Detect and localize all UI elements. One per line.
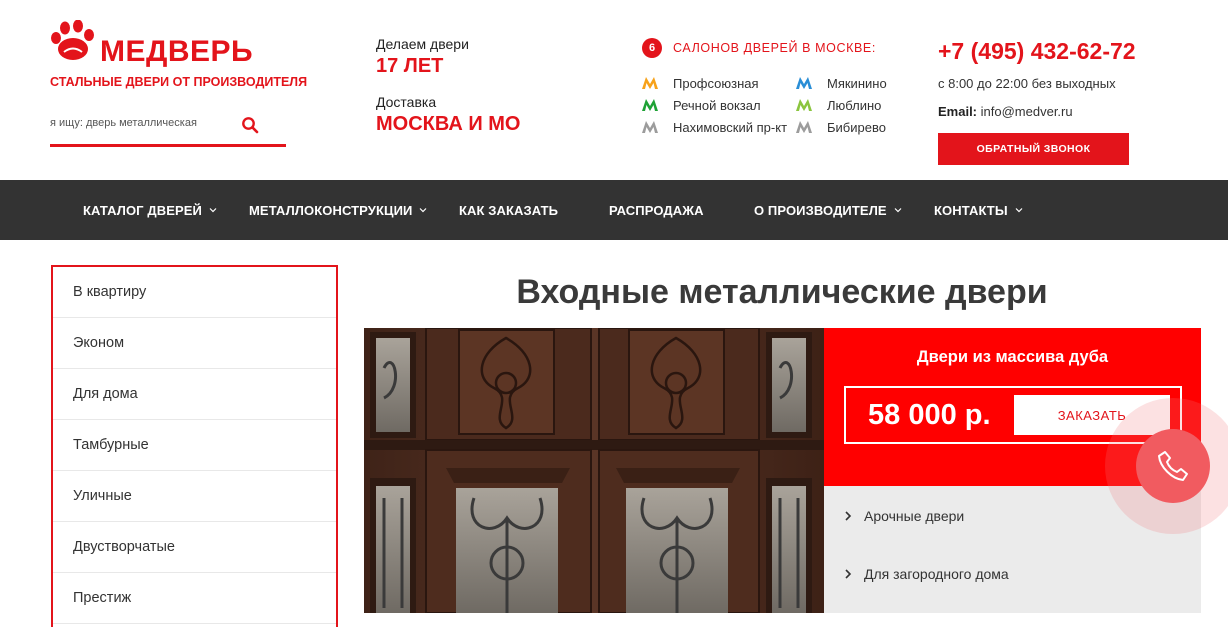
bear-paw-icon: [51, 20, 94, 60]
nav-item-label: О ПРОИЗВОДИТЕЛЕ: [754, 202, 887, 218]
chevron-right-icon: [845, 511, 852, 521]
nav-item-metal-structures[interactable]: МЕТАЛЛОКОНСТРУКЦИИ: [249, 180, 427, 240]
nav-item-catalog[interactable]: КАТАЛОГ ДВЕРЕЙ: [83, 180, 217, 240]
salons-count-badge: 6: [642, 38, 662, 58]
nav-item-label: КОНТАКТЫ: [934, 202, 1008, 218]
experience-label: Делаем двери: [376, 36, 469, 52]
nav-item-contacts[interactable]: КОНТАКТЫ: [934, 180, 1023, 240]
chevron-down-icon: [420, 208, 427, 213]
logo[interactable]: МЕДВЕРЬ СТАЛЬНЫЕ ДВЕРИ ОТ ПРОИЗВОДИТЕЛЯ: [50, 20, 307, 95]
nav-item-label: КАТАЛОГ ДВЕРЕЙ: [83, 202, 202, 218]
nav-item-label: КАК ЗАКАЗАТЬ: [459, 202, 559, 218]
nav-item-label: МЕТАЛЛОКОНСТРУКЦИИ: [249, 202, 413, 218]
submenu-item-country-house[interactable]: Для загородного дома: [844, 564, 1009, 584]
door-illustration: [364, 328, 824, 613]
chevron-down-icon: [1015, 208, 1023, 213]
metro-label: Нахимовский пр-кт: [673, 119, 788, 135]
metro-label: Профсоюзная: [673, 75, 759, 91]
brand-tagline: СТАЛЬНЫЕ ДВЕРИ ОТ ПРОИЗВОДИТЕЛЯ: [50, 75, 308, 89]
email-line: Email: info@medver.ru: [938, 104, 1198, 120]
delivery-label: Доставка: [376, 94, 437, 110]
chevron-right-icon: [845, 569, 852, 579]
nav-item-sale[interactable]: РАСПРОДАЖА: [609, 180, 704, 240]
brand-name: МЕДВЕРЬ: [100, 35, 254, 68]
price-value: 58 000 р.: [868, 399, 991, 431]
email-label: Email:: [938, 104, 978, 119]
sidebar-item-outdoor[interactable]: Уличные: [53, 471, 336, 522]
chevron-down-icon: [894, 208, 902, 213]
experience-value: 17 ЛЕТ: [376, 55, 444, 77]
working-hours: с 8:00 до 22:00 без выходных: [938, 76, 1116, 91]
metro-m-icon: [796, 77, 812, 89]
category-sidebar: В квартиру Эконом Для дома Тамбурные Ули…: [51, 265, 338, 627]
sidebar-item-vestibule[interactable]: Тамбурные: [53, 420, 336, 471]
chevron-down-icon: [209, 208, 217, 213]
metro-item[interactable]: Люблино: [796, 96, 881, 114]
metro-label: Мякинино: [827, 75, 887, 91]
promo-title: Двери из массива дуба: [916, 348, 1109, 366]
call-widget-button[interactable]: [1136, 429, 1210, 503]
metro-m-icon: [642, 77, 658, 89]
call-widget[interactable]: [1105, 398, 1228, 534]
nav-item-about[interactable]: О ПРОИЗВОДИТЕЛЕ: [754, 180, 902, 240]
metro-item[interactable]: Бибирево: [796, 118, 886, 136]
metro-item[interactable]: Речной вокзал: [642, 96, 761, 114]
search-input[interactable]: [50, 112, 270, 134]
metro-item[interactable]: Мякинино: [796, 74, 887, 92]
nav-item-label: РАСПРОДАЖА: [609, 202, 704, 218]
sidebar-item-economy[interactable]: Эконом: [53, 318, 336, 369]
nav-item-how-to-order[interactable]: КАК ЗАКАЗАТЬ: [459, 180, 558, 240]
metro-m-icon: [796, 121, 812, 133]
metro-m-icon: [642, 99, 658, 111]
metro-label: Бибирево: [827, 119, 886, 135]
experience-block: Делаем двери 17 ЛЕТ: [376, 36, 576, 78]
metro-m-icon: [796, 99, 812, 111]
main-nav: КАТАЛОГ ДВЕРЕЙ МЕТАЛЛОКОНСТРУКЦИИ КАК ЗА…: [0, 180, 1228, 240]
salons-block: 6 САЛОНОВ ДВЕРЕЙ В МОСКВЕ: Профсоюзная Р…: [642, 38, 912, 135]
door-banner-image[interactable]: [364, 328, 824, 613]
submenu-item-label: Арочные двери: [864, 508, 965, 524]
phone-number[interactable]: +7 (495) 432-62-72: [938, 36, 1198, 66]
sidebar-item-double-leaf[interactable]: Двустворчатые: [53, 522, 336, 573]
metro-label: Речной вокзал: [673, 97, 761, 113]
callback-button[interactable]: ОБРАТНЫЙ ЗВОНОК: [938, 133, 1129, 165]
email-link[interactable]: info@medver.ru: [981, 104, 1073, 119]
metro-label: Люблино: [827, 97, 882, 113]
phone-icon: [1158, 451, 1188, 481]
metro-item[interactable]: Нахимовский пр-кт: [642, 118, 787, 136]
contacts-block: +7 (495) 432-62-72 с 8:00 до 22:00 без в…: [938, 36, 1198, 165]
submenu-item-arched[interactable]: Арочные двери: [844, 506, 964, 526]
search-icon[interactable]: [241, 116, 259, 134]
sidebar-item-house[interactable]: Для дома: [53, 369, 336, 420]
sidebar-item-apartment[interactable]: В квартиру: [53, 267, 336, 318]
sidebar-item-prestige[interactable]: Престиж: [53, 573, 336, 624]
salons-title: САЛОНОВ ДВЕРЕЙ В МОСКВЕ:: [673, 41, 876, 55]
metro-item[interactable]: Профсоюзная: [642, 74, 759, 92]
metro-m-icon: [642, 121, 658, 133]
submenu-item-label: Для загородного дома: [864, 566, 1009, 582]
delivery-block: Доставка МОСКВА И МО: [376, 94, 576, 136]
delivery-value: МОСКВА И МО: [376, 113, 521, 135]
page-title: Входные металлические двери: [516, 273, 1048, 311]
